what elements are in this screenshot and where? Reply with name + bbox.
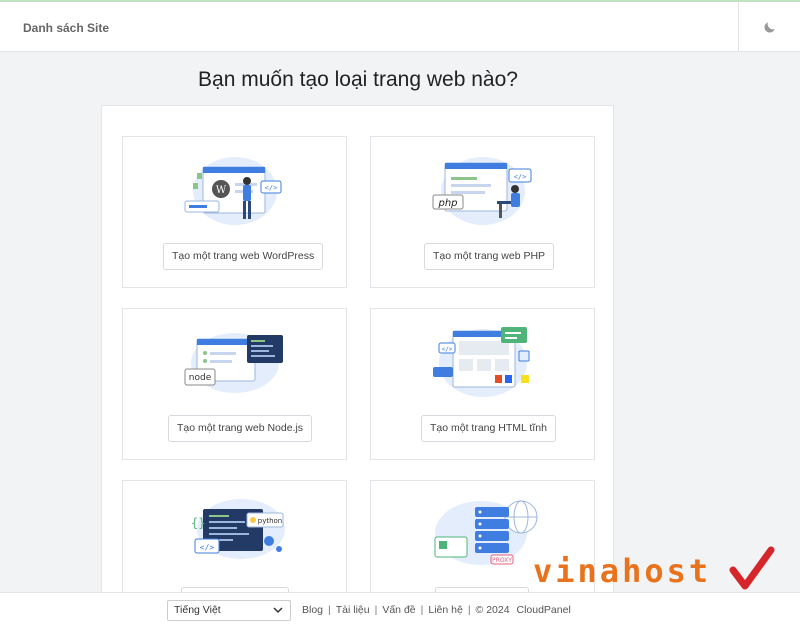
vinahost-watermark: vinahost xyxy=(533,546,783,596)
footer-separator: | xyxy=(467,604,471,616)
html-illustration-icon: </> xyxy=(433,327,530,397)
svg-text:node: node xyxy=(189,373,212,383)
footer-separator: | xyxy=(374,604,378,616)
footer-links: Blog | Tài liệu | Vấn đề | Liên hệ | © 2024 Clou… xyxy=(302,604,571,616)
svg-text:</>: </> xyxy=(265,184,278,192)
watermark-text: vinahost xyxy=(533,552,712,590)
footer-separator: | xyxy=(328,604,331,616)
svg-text:{}: {} xyxy=(191,516,205,530)
footer-link-cloudpanel[interactable]: CloudPanel xyxy=(516,604,570,616)
svg-text:</>: </> xyxy=(514,173,527,181)
site-list-link[interactable]: Danh sách Site xyxy=(23,21,109,35)
python-illustration-icon: python {} </> xyxy=(191,499,285,559)
footer-link-contact[interactable]: Liên hệ xyxy=(428,604,462,616)
language-select-value: Tiếng Việt xyxy=(174,604,221,616)
footer-link-issues[interactable]: Vấn đề xyxy=(382,604,415,616)
create-wordpress-button[interactable]: Tạo một trang web WordPress xyxy=(163,243,324,270)
copyright-text: © 2024 xyxy=(475,604,510,616)
svg-text:</>: </> xyxy=(442,346,453,353)
card-html[interactable]: </> Tạo một trang HTML tĩnh xyxy=(370,308,595,460)
create-nodejs-button[interactable]: Tạo một trang web Node.js xyxy=(168,415,313,442)
card-php[interactable]: </> php Tạo một trang web PHP xyxy=(370,136,595,288)
nodejs-illustration-icon: node xyxy=(184,333,283,393)
footer-separator: | xyxy=(420,604,424,616)
wordpress-illustration-icon: W </> xyxy=(184,157,282,225)
footer-link-docs[interactable]: Tài liệu xyxy=(336,604,370,616)
moon-icon xyxy=(763,22,775,33)
svg-text:python: python xyxy=(258,517,283,525)
footer-link-blog[interactable]: Blog xyxy=(302,604,323,616)
language-select[interactable]: Tiếng Việt xyxy=(167,600,291,621)
card-wordpress[interactable]: W </> Tạo một trang web WordPress xyxy=(122,136,347,288)
page-title: Bạn muốn tạo loại trang web nào? xyxy=(198,68,518,91)
php-illustration-icon: </> php xyxy=(432,157,532,225)
card-nodejs[interactable]: node Tạo một trang web Node.js xyxy=(122,308,347,460)
checkmark-icon xyxy=(729,546,775,590)
svg-text:PROXY: PROXY xyxy=(492,557,512,564)
chevron-down-icon xyxy=(273,607,283,614)
create-html-button[interactable]: Tạo một trang HTML tĩnh xyxy=(421,415,556,442)
create-php-button[interactable]: Tạo một trang web PHP xyxy=(424,243,555,270)
svg-text:php: php xyxy=(437,198,457,209)
footer: Tiếng Việt Blog | Tài liệu | Vấn đề | Liên hệ |… xyxy=(0,592,800,626)
theme-toggle-button[interactable] xyxy=(738,2,800,52)
svg-text:</>: </> xyxy=(200,543,215,552)
top-header: Danh sách Site xyxy=(0,2,800,52)
svg-text:W: W xyxy=(216,185,227,196)
